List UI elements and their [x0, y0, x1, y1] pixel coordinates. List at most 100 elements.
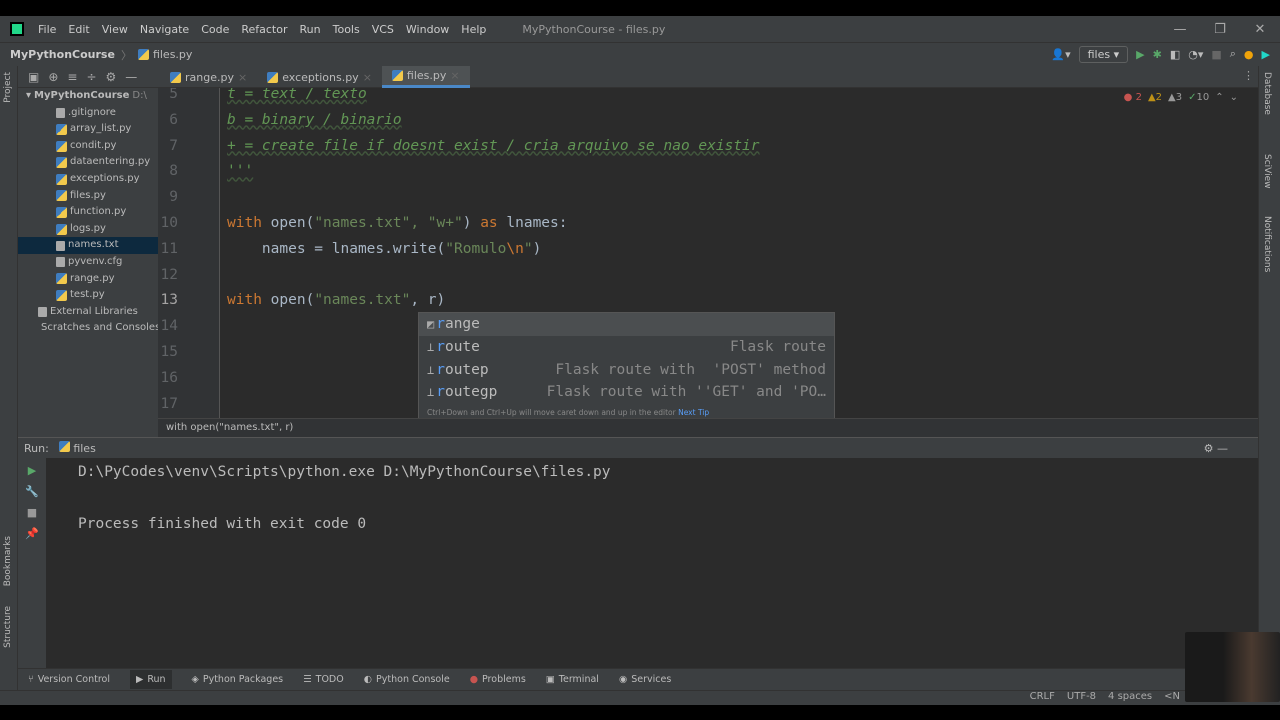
code-line[interactable]: + = create file if doesnt exist / cria a… [227, 133, 760, 159]
tool-tab-todo[interactable]: ☰ TODO [303, 674, 344, 685]
interpreter[interactable]: <N [1164, 691, 1180, 702]
tool-tab-version-control[interactable]: ⑂ Version Control [28, 674, 110, 685]
tool-tab-problems[interactable]: ● Problems [470, 674, 526, 685]
layout-icon[interactable]: ▣ [28, 70, 39, 84]
close-tab-icon[interactable]: × [450, 69, 459, 82]
completion-item-range[interactable]: ◩ range [419, 313, 834, 336]
inspection-widget[interactable]: ● 2 ▲2 ▲3 ✓10 ⌃ ⌄ [1124, 92, 1238, 103]
menu-navigate[interactable]: Navigate [140, 23, 189, 36]
encoding[interactable]: UTF-8 [1067, 691, 1096, 702]
tree-item-array_listpy[interactable]: array_list.py [18, 121, 158, 138]
chevron-up-icon[interactable]: ⌃ [1215, 92, 1223, 103]
tree-item-functionpy[interactable]: function.py [18, 204, 158, 221]
label: Scratches and Consoles [41, 322, 158, 334]
breadcrumb-file[interactable]: files.py [153, 48, 192, 61]
tree-item-external[interactable]: External Libraries [18, 304, 158, 321]
tree-item-dataenteringpy[interactable]: dataentering.py [18, 154, 158, 171]
hide-icon[interactable]: — [125, 70, 137, 84]
tree-item-namestxt[interactable]: names.txt [18, 237, 158, 254]
code-line[interactable]: t = text / texto [227, 88, 367, 107]
wrench-icon[interactable]: 🔧 [18, 485, 46, 498]
tab-range-py[interactable]: range.py × [160, 66, 257, 88]
collapse-all-icon[interactable]: ÷ [86, 70, 96, 84]
close-tab-icon[interactable]: × [238, 71, 247, 84]
tab-files-py[interactable]: files.py × [381, 66, 470, 88]
chevron-down-icon[interactable]: ⌄ [1230, 92, 1238, 103]
menu-tools[interactable]: Tools [333, 23, 360, 36]
menu-help[interactable]: Help [461, 23, 486, 36]
menu-vcs[interactable]: VCS [372, 23, 394, 36]
file-name: files.py [70, 189, 106, 201]
completion-item-routep[interactable]: ⊥ routep Flask route with 'POST' method [419, 359, 834, 382]
run-config-select[interactable]: files ▾ [1078, 45, 1129, 63]
editor-breadcrumb[interactable]: with open("names.txt", r) [158, 418, 1258, 437]
debug-icon[interactable]: ✱ [1153, 48, 1162, 61]
menu-edit[interactable]: Edit [68, 23, 89, 36]
tool-tab-run[interactable]: ▶ Run [130, 670, 172, 689]
settings-icon[interactable]: ⚙ — [1204, 442, 1228, 455]
tab-exceptions-py[interactable]: exceptions.py × [257, 66, 382, 88]
code-line[interactable]: b = binary / binario [227, 107, 402, 133]
menu-file[interactable]: File [38, 23, 56, 36]
notifications-tool-button[interactable]: Notifications [1262, 216, 1272, 272]
line-separator[interactable]: CRLF [1030, 691, 1055, 702]
code-line[interactable]: with open("names.txt", r) [227, 287, 445, 313]
minimize-button[interactable]: — [1160, 22, 1200, 37]
rerun-icon[interactable]: ▶ [18, 464, 46, 477]
tree-item-exceptionspy[interactable]: exceptions.py [18, 171, 158, 188]
user-icon[interactable]: 👤▾ [1051, 48, 1070, 61]
pin-icon[interactable]: 📌 [18, 527, 46, 540]
code-line[interactable]: with open("names.txt", "w+") as lnames: [227, 210, 568, 236]
jetbrains-icon[interactable]: ▶ [1262, 48, 1270, 61]
tree-item-testpy[interactable]: test.py [18, 287, 158, 304]
locate-icon[interactable]: ⊕ [48, 70, 58, 84]
tool-tab-python-console[interactable]: ◐ Python Console [364, 674, 450, 685]
tool-tab-terminal[interactable]: ▣ Terminal [546, 674, 599, 685]
update-icon[interactable]: ● [1244, 48, 1254, 61]
completion-item-routegp[interactable]: ⊥ routegp Flask route with ''GET' and 'PO… [419, 381, 834, 404]
tool-tab-python-packages[interactable]: ◈ Python Packages [192, 674, 284, 685]
restore-button[interactable]: ❐ [1200, 22, 1240, 37]
tool-tab-services[interactable]: ◉ Services [619, 674, 671, 685]
code-token: + = create file if doesnt exist / cria a… [227, 137, 760, 154]
indent[interactable]: 4 spaces [1108, 691, 1152, 702]
stop-icon[interactable]: ■ [1211, 48, 1221, 61]
run-icon[interactable]: ▶ [1136, 48, 1144, 61]
tree-item-gitignore[interactable]: .gitignore [18, 105, 158, 122]
database-tool-button[interactable]: Database [1262, 72, 1272, 115]
search-icon[interactable]: ⌕ [1230, 47, 1236, 61]
tree-item-rangepy[interactable]: range.py [18, 271, 158, 288]
menu-code[interactable]: Code [201, 23, 229, 36]
tree-item-logspy[interactable]: logs.py [18, 221, 158, 238]
sciview-tool-button[interactable]: SciView [1262, 154, 1272, 189]
gear-icon[interactable]: ⚙ [106, 70, 117, 84]
project-root[interactable]: ▾ MyPythonCourse D:\ [18, 88, 158, 105]
menu-window[interactable]: Window [406, 23, 449, 36]
menu-run[interactable]: Run [300, 23, 321, 36]
close-button[interactable]: ✕ [1240, 22, 1280, 37]
more-icon[interactable]: ⋮ [1243, 69, 1254, 82]
stop-icon[interactable]: ■ [18, 506, 46, 519]
tree-item-scratches[interactable]: Scratches and Consoles [18, 320, 158, 337]
run-output[interactable]: ▶ 🔧 ■ 📌 D:\PyCodes\venv\Scripts\python.e… [18, 458, 1258, 668]
tree-item-conditpy[interactable]: condit.py [18, 138, 158, 155]
code-line[interactable]: names = lnames.write("Romulo\n") [227, 236, 541, 262]
typo-count: ✓10 [1188, 92, 1210, 103]
next-tip-link[interactable]: Next Tip [678, 408, 709, 417]
tree-item-filespy[interactable]: files.py [18, 188, 158, 205]
code-token: b = binary / binario [227, 111, 402, 128]
close-tab-icon[interactable]: × [363, 71, 372, 84]
tree-item-pyvenvcfg[interactable]: pyvenv.cfg [18, 254, 158, 271]
run-tab[interactable]: files [58, 441, 96, 455]
profile-icon[interactable]: ◔▾ [1188, 48, 1203, 61]
menu-view[interactable]: View [102, 23, 128, 36]
bookmarks-tool-button[interactable]: Bookmarks [3, 536, 13, 586]
breadcrumb-project[interactable]: MyPythonCourse [10, 48, 115, 61]
completion-item-route[interactable]: ⊥ route Flask route [419, 336, 834, 359]
structure-tool-button[interactable]: Structure [3, 606, 13, 648]
coverage-icon[interactable]: ◧ [1170, 48, 1180, 61]
menu-refactor[interactable]: Refactor [241, 23, 287, 36]
project-tool-button[interactable]: Project [3, 72, 13, 103]
code-line[interactable]: ''' [227, 158, 253, 184]
expand-all-icon[interactable]: ≡ [67, 70, 77, 84]
